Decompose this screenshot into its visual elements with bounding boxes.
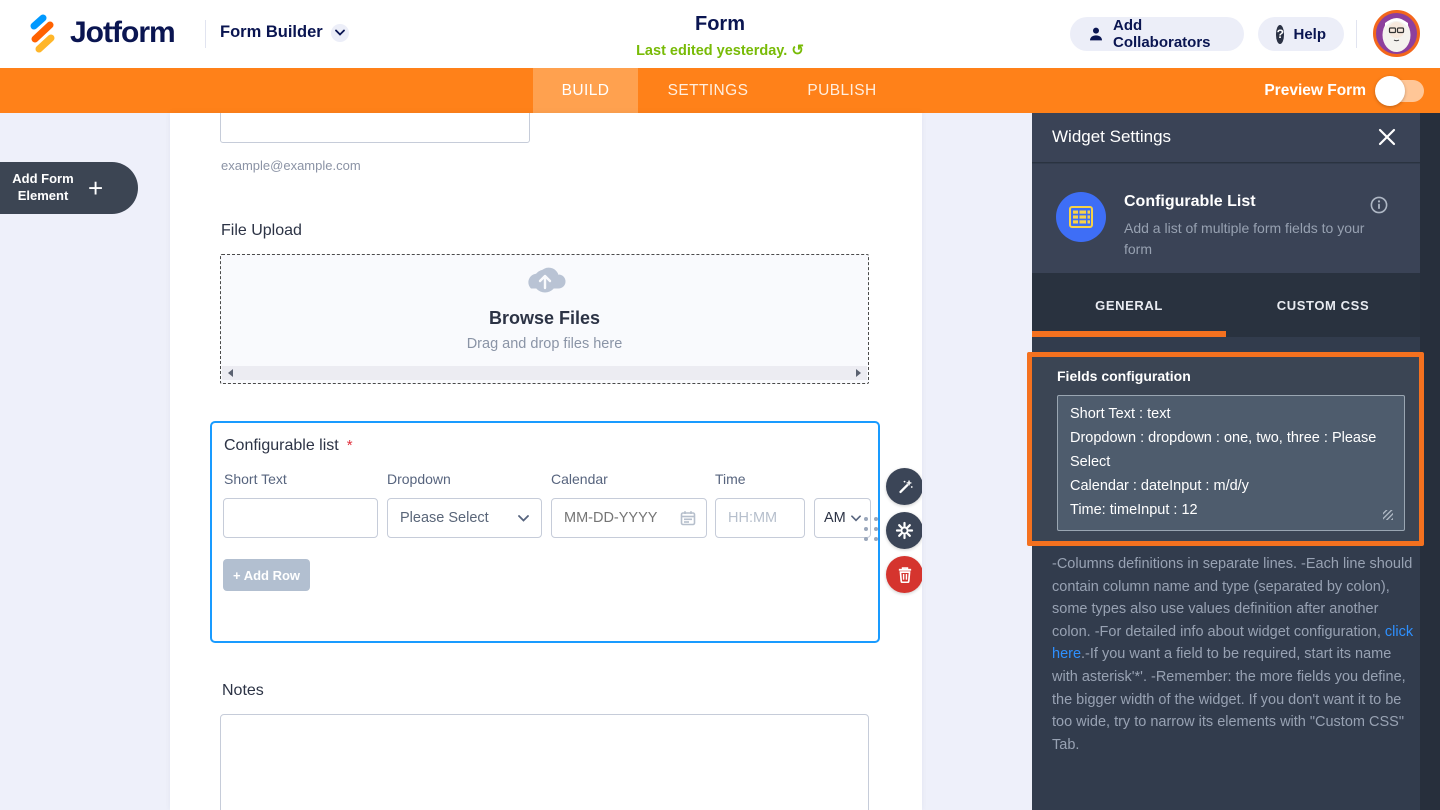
tab-settings-label: SETTINGS xyxy=(667,81,749,99)
help-button[interactable]: ? Help xyxy=(1258,17,1344,51)
browse-files-button[interactable]: Browse Files xyxy=(221,308,868,329)
ampm-select[interactable]: AM xyxy=(814,498,871,538)
widget-info-section: Configurable List Add a list of multiple… xyxy=(1032,164,1420,273)
user-avatar[interactable] xyxy=(1373,10,1420,57)
required-asterisk: * xyxy=(346,437,353,454)
top-header: Jotform Form Builder Form Last edited ye… xyxy=(0,0,1440,68)
widget-description: Add a list of multiple form fields to yo… xyxy=(1124,220,1365,257)
cloud-upload-icon xyxy=(522,263,568,299)
dropzone-horizontal-scrollbar[interactable] xyxy=(222,366,867,380)
form-builder-app: Jotform Form Builder Form Last edited ye… xyxy=(0,0,1440,810)
column-label-short-text: Short Text xyxy=(224,471,287,487)
revision-history-icon[interactable]: ↺ xyxy=(791,42,804,59)
tab-publish[interactable]: PUBLISH xyxy=(778,68,906,113)
header-divider-2 xyxy=(1356,20,1357,48)
add-row-button[interactable]: + Add Row xyxy=(223,559,310,591)
widget-help-text: -Columns definitions in separate lines. … xyxy=(1052,553,1414,756)
tab-general-label: GENERAL xyxy=(1095,297,1163,313)
panel-header: Widget Settings xyxy=(1032,113,1420,163)
time-input[interactable] xyxy=(715,498,805,538)
tab-custom-css-label: CUSTOM CSS xyxy=(1276,297,1370,313)
magic-wand-icon xyxy=(898,479,913,493)
tab-general[interactable]: GENERAL xyxy=(1032,273,1226,337)
calendar-field[interactable] xyxy=(551,498,707,538)
scroll-right-arrow-icon[interactable] xyxy=(856,369,861,377)
widget-delete-button[interactable] xyxy=(886,556,922,593)
fields-configuration-textarea[interactable]: Short Text : text Dropdown : dropdown : … xyxy=(1057,395,1405,531)
form-canvas: example@example.com File Upload Browse F… xyxy=(170,113,922,810)
calendar-icon[interactable] xyxy=(680,510,696,526)
short-text-input[interactable] xyxy=(223,498,378,538)
help-label: Help xyxy=(1293,25,1326,43)
configurable-list-title: Configurable list * xyxy=(224,437,353,455)
dropdown-selected-value: Please Select xyxy=(400,510,489,526)
scroll-left-arrow-icon[interactable] xyxy=(228,369,233,377)
calendar-input[interactable] xyxy=(564,510,664,526)
notes-textarea[interactable] xyxy=(220,714,869,810)
column-label-calendar: Calendar xyxy=(551,471,608,487)
preview-form-toggle[interactable] xyxy=(1375,75,1424,106)
widget-wizard-button[interactable] xyxy=(886,468,922,505)
file-upload-label: File Upload xyxy=(221,222,302,239)
close-icon[interactable] xyxy=(1378,128,1398,148)
help-text-part1: -Columns definitions in separate lines. … xyxy=(1052,556,1413,640)
widget-settings-button[interactable] xyxy=(886,512,922,549)
configurable-list-label: Configurable list xyxy=(224,437,339,454)
add-collaborators-button[interactable]: Add Collaborators xyxy=(1070,17,1244,51)
email-input[interactable] xyxy=(220,113,530,143)
tab-build[interactable]: BUILD xyxy=(533,68,638,113)
question-icon: ? xyxy=(1276,24,1285,44)
widget-name: Configurable List xyxy=(1124,193,1256,210)
tab-publish-label: PUBLISH xyxy=(807,81,877,99)
toggle-knob xyxy=(1375,75,1405,106)
navbar-tabs: BUILD SETTINGS PUBLISH xyxy=(533,68,906,113)
add-form-element-label: Add Form Element xyxy=(12,171,74,203)
configurable-list-widget[interactable]: Configurable list * Short Text Dropdown C… xyxy=(210,421,880,643)
jotform-wordmark: Jotform xyxy=(70,16,176,49)
main-navbar: BUILD SETTINGS PUBLISH Preview Form xyxy=(0,68,1440,113)
fields-configuration-section: Fields configuration Short Text : text D… xyxy=(1027,352,1424,546)
add-form-element-button[interactable]: Add Form Element + xyxy=(0,162,138,214)
last-edited-text: Last edited yesterday. xyxy=(636,43,788,59)
column-label-dropdown: Dropdown xyxy=(387,471,451,487)
tab-settings[interactable]: SETTINGS xyxy=(638,68,778,113)
chevron-down-icon xyxy=(518,514,529,522)
form-builder-menu[interactable]: Form Builder xyxy=(220,23,349,42)
dropzone-content: Browse Files Drag and drop files here xyxy=(221,255,868,352)
email-sublabel: example@example.com xyxy=(221,158,361,173)
configurable-list-icon xyxy=(1056,192,1106,242)
person-icon xyxy=(1088,26,1104,42)
panel-tab-bar: GENERAL CUSTOM CSS xyxy=(1032,273,1420,337)
panel-title: Widget Settings xyxy=(1052,127,1172,146)
ampm-selected-value: AM xyxy=(824,510,846,526)
add-collaborators-label: Add Collaborators xyxy=(1113,17,1211,51)
help-text-part2: .-If you want a field to be required, st… xyxy=(1052,646,1406,753)
column-label-time: Time xyxy=(715,471,746,487)
widget-settings-panel: Widget Settings Configurable List Add a … xyxy=(1027,113,1440,810)
plus-icon: + xyxy=(88,172,104,203)
chevron-down-icon xyxy=(330,23,349,42)
info-icon[interactable] xyxy=(1370,196,1388,214)
form-builder-label: Form Builder xyxy=(220,23,323,41)
file-dropzone[interactable]: Browse Files Drag and drop files here xyxy=(220,254,869,384)
widget-drag-handle[interactable] xyxy=(864,517,878,541)
header-divider xyxy=(205,20,206,48)
chevron-down-icon xyxy=(851,514,861,521)
trash-icon xyxy=(898,567,911,583)
preview-form-label: Preview Form xyxy=(1264,81,1366,99)
dropdown-select[interactable]: Please Select xyxy=(387,498,542,538)
notes-label: Notes xyxy=(222,682,264,699)
gear-icon xyxy=(895,521,914,540)
fields-configuration-label: Fields configuration xyxy=(1057,368,1191,384)
tab-custom-css[interactable]: CUSTOM CSS xyxy=(1226,273,1420,337)
drop-hint-text: Drag and drop files here xyxy=(466,336,623,352)
jotform-logo-icon xyxy=(24,13,60,53)
tab-build-label: BUILD xyxy=(561,81,610,99)
preview-form-control: Preview Form xyxy=(1264,68,1424,113)
jotform-logo[interactable]: Jotform xyxy=(24,13,176,53)
